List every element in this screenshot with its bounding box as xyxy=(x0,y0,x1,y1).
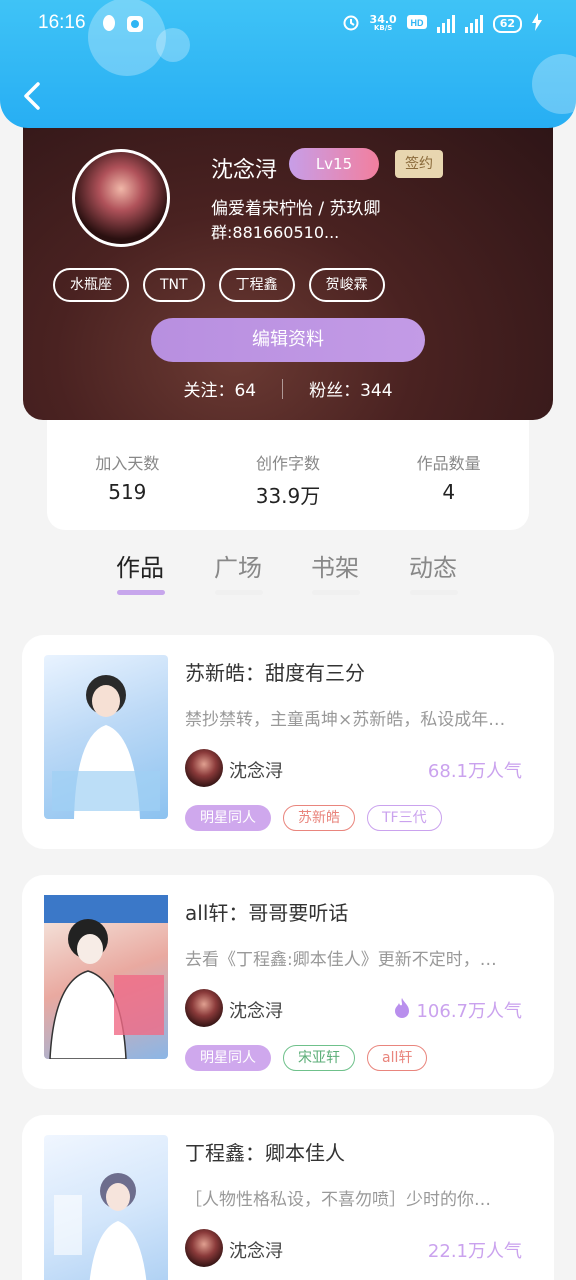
tab-indicator xyxy=(312,590,360,595)
profile-tag[interactable]: 贺峻霖 xyxy=(308,268,385,302)
stat-label: 创作字数 xyxy=(256,454,321,473)
following-count: 64 xyxy=(234,381,257,401)
back-button[interactable] xyxy=(18,78,48,114)
stat-value: 4 xyxy=(442,480,456,504)
followers-count: 344 xyxy=(360,381,393,401)
tab-moments[interactable]: 动态 xyxy=(409,548,457,583)
author-avatar xyxy=(185,749,223,787)
work-tags: 明星同人 宋亚轩 all轩 xyxy=(185,1045,428,1071)
chat-app-icon xyxy=(126,14,144,34)
following-link[interactable]: 关注：64 xyxy=(183,376,256,401)
stat-label: 作品数量 xyxy=(416,454,481,473)
profile-tags: 水瓶座 TNT 丁程鑫 贺峻霖 xyxy=(53,268,385,302)
stat-value: 519 xyxy=(108,480,147,504)
profile-card: 沈念浔 Lv15 签约 偏爱着宋柠怡 / 苏玖卿 群:881660510... … xyxy=(23,106,553,420)
tab-indicator xyxy=(410,590,458,595)
work-tag[interactable]: 明星同人 xyxy=(185,1045,271,1071)
work-desc: 去看《丁程鑫:卿本佳人》更新不定时，… xyxy=(185,950,497,970)
author-avatar xyxy=(185,1229,223,1267)
speed-value: 34.0 xyxy=(369,12,397,26)
group-number: 群:881660510... xyxy=(211,223,340,242)
speed-unit: KB/S xyxy=(373,23,393,32)
stat-label: 加入天数 xyxy=(95,454,160,473)
work-title: all轩：哥哥要听话 xyxy=(185,901,349,925)
status-bar: 16:16 34.0 KB/S HD 62 xyxy=(0,0,576,52)
popularity: 22.1万人气 xyxy=(428,1237,522,1263)
stat-works-count: 作品数量 4 xyxy=(368,404,529,530)
work-cover[interactable] xyxy=(44,895,168,1060)
tab-square[interactable]: 广场 xyxy=(214,548,262,583)
cover-image xyxy=(54,1173,147,1280)
stats-panel: 加入天数 519 创作字数 33.9万 作品数量 4 xyxy=(47,404,529,530)
work-card[interactable]: all轩：哥哥要听话 去看《丁程鑫:卿本佳人》更新不定时，… 沈念浔 106.7… xyxy=(22,875,554,1089)
following-label: 关注： xyxy=(183,381,235,401)
author-name: 沈念浔 xyxy=(229,1001,283,1022)
popularity-value: 22.1万人气 xyxy=(427,1241,522,1262)
follow-stats: 关注：64 粉丝：344 xyxy=(23,376,553,401)
user-name: 沈念浔 xyxy=(211,158,278,183)
work-title: 苏新皓：甜度有三分 xyxy=(185,661,365,685)
work-tag[interactable]: TF三代 xyxy=(367,805,442,831)
cover-image xyxy=(44,895,168,1060)
hd-icon: HD xyxy=(406,14,427,33)
charging-icon xyxy=(532,13,542,34)
signed-badge: 签约 xyxy=(395,150,443,178)
stat-join-days: 加入天数 519 xyxy=(47,404,208,530)
work-tag[interactable]: all轩 xyxy=(367,1045,428,1071)
work-tag[interactable]: 宋亚轩 xyxy=(283,1045,355,1071)
work-card[interactable]: 苏新皓：甜度有三分 禁抄禁转，主童禹坤×苏新皓，私设成年… 沈念浔 68.1万人… xyxy=(22,635,554,849)
popularity: 68.1万人气 xyxy=(428,757,522,783)
profile-tag[interactable]: TNT xyxy=(143,268,205,302)
svg-text:HD: HD xyxy=(410,18,423,28)
work-desc: 禁抄禁转，主童禹坤×苏新皓，私设成年… xyxy=(185,710,506,730)
followers-label: 粉丝： xyxy=(309,381,361,401)
decor-bubble xyxy=(532,54,576,114)
popularity: 106.7万人气 xyxy=(394,997,522,1023)
top-header: 16:16 34.0 KB/S HD 62 xyxy=(0,0,576,128)
divider xyxy=(282,378,284,399)
followers-link[interactable]: 粉丝：344 xyxy=(309,376,392,401)
user-bio: 偏爱着宋柠怡 / 苏玖卿 xyxy=(211,199,381,219)
flame-icon xyxy=(394,997,410,1023)
profile-tag[interactable]: 丁程鑫 xyxy=(218,268,295,302)
work-title: 丁程鑫：卿本佳人 xyxy=(185,1141,345,1165)
cover-image xyxy=(52,675,160,819)
popularity-value: 106.7万人气 xyxy=(416,1001,522,1022)
work-cover[interactable] xyxy=(44,655,168,819)
stat-word-count: 创作字数 33.9万 xyxy=(208,404,369,530)
work-tags: 明星同人 苏新皓 TF三代 xyxy=(185,805,442,831)
alarm-icon xyxy=(342,13,360,34)
author-name: 沈念浔 xyxy=(229,761,283,782)
battery-icon: 62 xyxy=(492,14,522,33)
level-badge: Lv15 xyxy=(289,148,379,180)
active-tab-indicator xyxy=(117,590,165,595)
tab-bar: 作品 广场 书架 动态 xyxy=(0,542,576,608)
tab-indicator xyxy=(215,590,263,595)
avatar[interactable] xyxy=(72,149,170,247)
edit-profile-button[interactable]: 编辑资料 xyxy=(151,318,425,362)
popularity-value: 68.1万人气 xyxy=(427,761,522,782)
author-avatar xyxy=(185,989,223,1027)
status-time: 16:16 xyxy=(38,12,86,33)
work-tag[interactable]: 明星同人 xyxy=(185,805,271,831)
work-cover[interactable] xyxy=(44,1135,168,1280)
tab-bookshelf[interactable]: 书架 xyxy=(311,548,359,583)
signal-icon-2 xyxy=(464,14,483,33)
work-desc: ［人物性格私设，不喜勿喷］少时的你… xyxy=(185,1190,491,1210)
author-name: 沈念浔 xyxy=(229,1241,283,1262)
tab-works[interactable]: 作品 xyxy=(116,548,164,583)
work-tag[interactable]: 苏新皓 xyxy=(283,805,355,831)
signal-icon xyxy=(436,14,455,33)
network-speed: 34.0 KB/S xyxy=(369,12,397,33)
chevron-left-icon xyxy=(24,82,40,110)
stat-value: 33.9万 xyxy=(255,484,321,508)
qq-icon xyxy=(100,14,118,34)
work-card[interactable]: 丁程鑫：卿本佳人 ［人物性格私设，不喜勿喷］少时的你… 沈念浔 22.1万人气 xyxy=(22,1115,554,1280)
profile-tag[interactable]: 水瓶座 xyxy=(53,268,129,302)
